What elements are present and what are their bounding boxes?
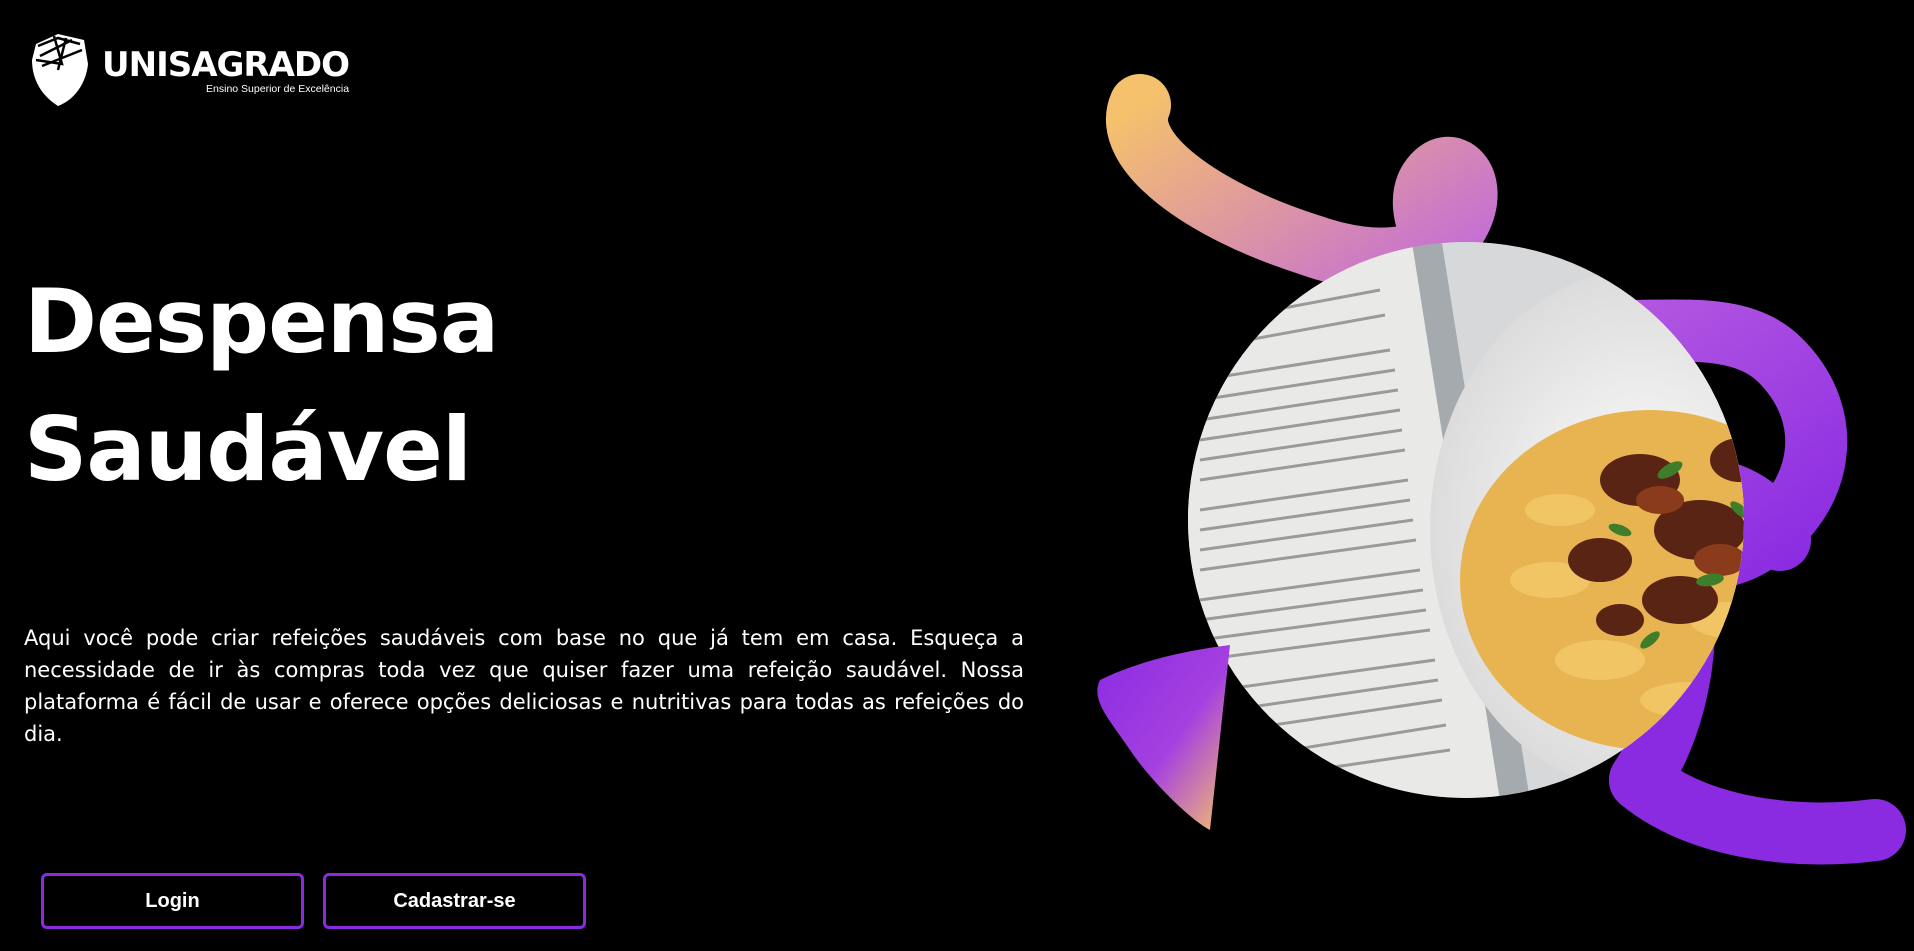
hero-illustration [1097,74,1906,865]
page-title-line-1: Despensa [24,270,499,373]
hero-description: Aqui você pode criar refeições saudáveis… [24,626,1024,746]
brand-logo[interactable]: UNISAGRADO Ensino Superior de Excelência [28,30,350,110]
unisagrado-shield-logo-icon [32,34,88,106]
page-title-line-2: Saudável [24,398,472,501]
signup-button[interactable]: Cadastrar-se [323,873,586,929]
login-button[interactable]: Login [41,873,304,929]
brand-tagline: Ensino Superior de Excelência [206,83,350,95]
purple-cone-shape [1097,645,1230,830]
brand-name: UNISAGRADO [102,45,350,85]
landing-page: UNISAGRADO Ensino Superior de Excelência… [0,0,1914,951]
page-title: Despensa Saudável [24,258,499,514]
